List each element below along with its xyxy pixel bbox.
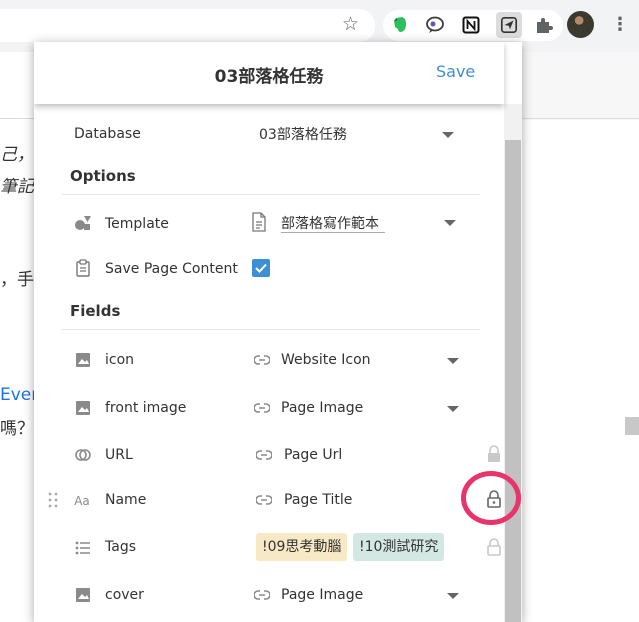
drag-handle-icon[interactable]	[48, 492, 58, 508]
background-text-line: 己，	[0, 145, 34, 165]
lock-icon[interactable]	[486, 538, 502, 556]
send-icon[interactable]	[496, 12, 522, 38]
background-header-band	[522, 52, 639, 120]
chevron-down-icon[interactable]	[447, 593, 459, 599]
image-icon	[74, 586, 92, 604]
template-select[interactable]: 部落格寫作範本	[281, 213, 379, 233]
tag-chip[interactable]: !10測試研究	[353, 533, 445, 561]
popup-scrollbar-thumb[interactable]	[505, 140, 521, 622]
field-label-cover: cover	[105, 587, 144, 603]
clipboard-icon	[74, 259, 92, 277]
shapes-icon	[74, 214, 92, 232]
link-icon	[256, 495, 272, 505]
chevron-down-icon[interactable]	[444, 220, 456, 226]
field-value-icon[interactable]: Website Icon	[281, 352, 371, 368]
popup-title: 03部落格任務	[214, 67, 324, 87]
field-value-cover[interactable]: Page Image	[281, 587, 363, 603]
notion-icon[interactable]	[460, 14, 482, 36]
link-icon	[256, 450, 272, 460]
save-page-content-checkbox[interactable]	[252, 259, 270, 277]
database-select[interactable]: 03部落格任務	[259, 124, 347, 144]
profile-avatar[interactable]	[567, 11, 594, 38]
tag-chip[interactable]: !09思考動腦	[256, 533, 348, 561]
save-page-content-label: Save Page Content	[105, 261, 238, 277]
field-value-url[interactable]: Page Url	[284, 447, 342, 463]
section-divider	[62, 329, 480, 330]
chevron-down-icon[interactable]	[447, 358, 459, 364]
field-value-name[interactable]: Page Title	[284, 492, 352, 508]
address-bar[interactable]	[0, 9, 375, 42]
field-label-tags: Tags	[105, 539, 136, 555]
background-text-line: 嗎？	[0, 419, 34, 439]
template-label: Template	[105, 216, 169, 232]
popup-header: 03部落格任務 Save	[34, 42, 504, 104]
field-label-name: Name	[105, 492, 147, 508]
options-heading: Options	[70, 167, 136, 185]
field-label-url: URL	[105, 447, 133, 463]
puzzle-icon[interactable]	[533, 14, 555, 36]
chat-bubble-icon[interactable]	[424, 14, 446, 36]
list-icon	[74, 539, 92, 557]
background-link[interactable]: Ever	[0, 385, 38, 405]
chevron-down-icon[interactable]	[447, 406, 459, 412]
document-icon	[250, 212, 268, 232]
save-button[interactable]: Save	[436, 62, 475, 81]
chevron-down-icon[interactable]	[442, 132, 454, 138]
web-clipper-popup: 03部落格任務 Save Database 03部落格任務 Options Te…	[34, 42, 522, 622]
evernote-icon[interactable]	[389, 14, 411, 36]
highlight-circle	[461, 471, 521, 525]
field-label-icon: icon	[105, 352, 135, 368]
lock-icon[interactable]	[486, 445, 502, 463]
browser-menu-icon[interactable]: ⋮	[611, 12, 629, 38]
link-icon	[254, 590, 270, 600]
background-text-line: ，手	[0, 270, 34, 290]
image-icon	[74, 399, 92, 417]
text-type-icon: Aa	[74, 494, 90, 508]
section-divider	[62, 194, 480, 195]
link-chain-icon	[74, 446, 92, 464]
image-icon	[74, 351, 92, 369]
link-icon	[254, 355, 270, 365]
field-label-front-image: front image	[105, 400, 187, 416]
field-value-front-image[interactable]: Page Image	[281, 400, 363, 416]
template-underline	[281, 232, 385, 233]
fields-heading: Fields	[70, 302, 121, 320]
background-scrollbar-thumb[interactable]	[625, 417, 639, 435]
link-icon	[254, 403, 270, 413]
background-text-line: 筆記	[0, 177, 34, 197]
database-label: Database	[74, 126, 141, 142]
star-icon[interactable]: ☆	[342, 13, 359, 35]
